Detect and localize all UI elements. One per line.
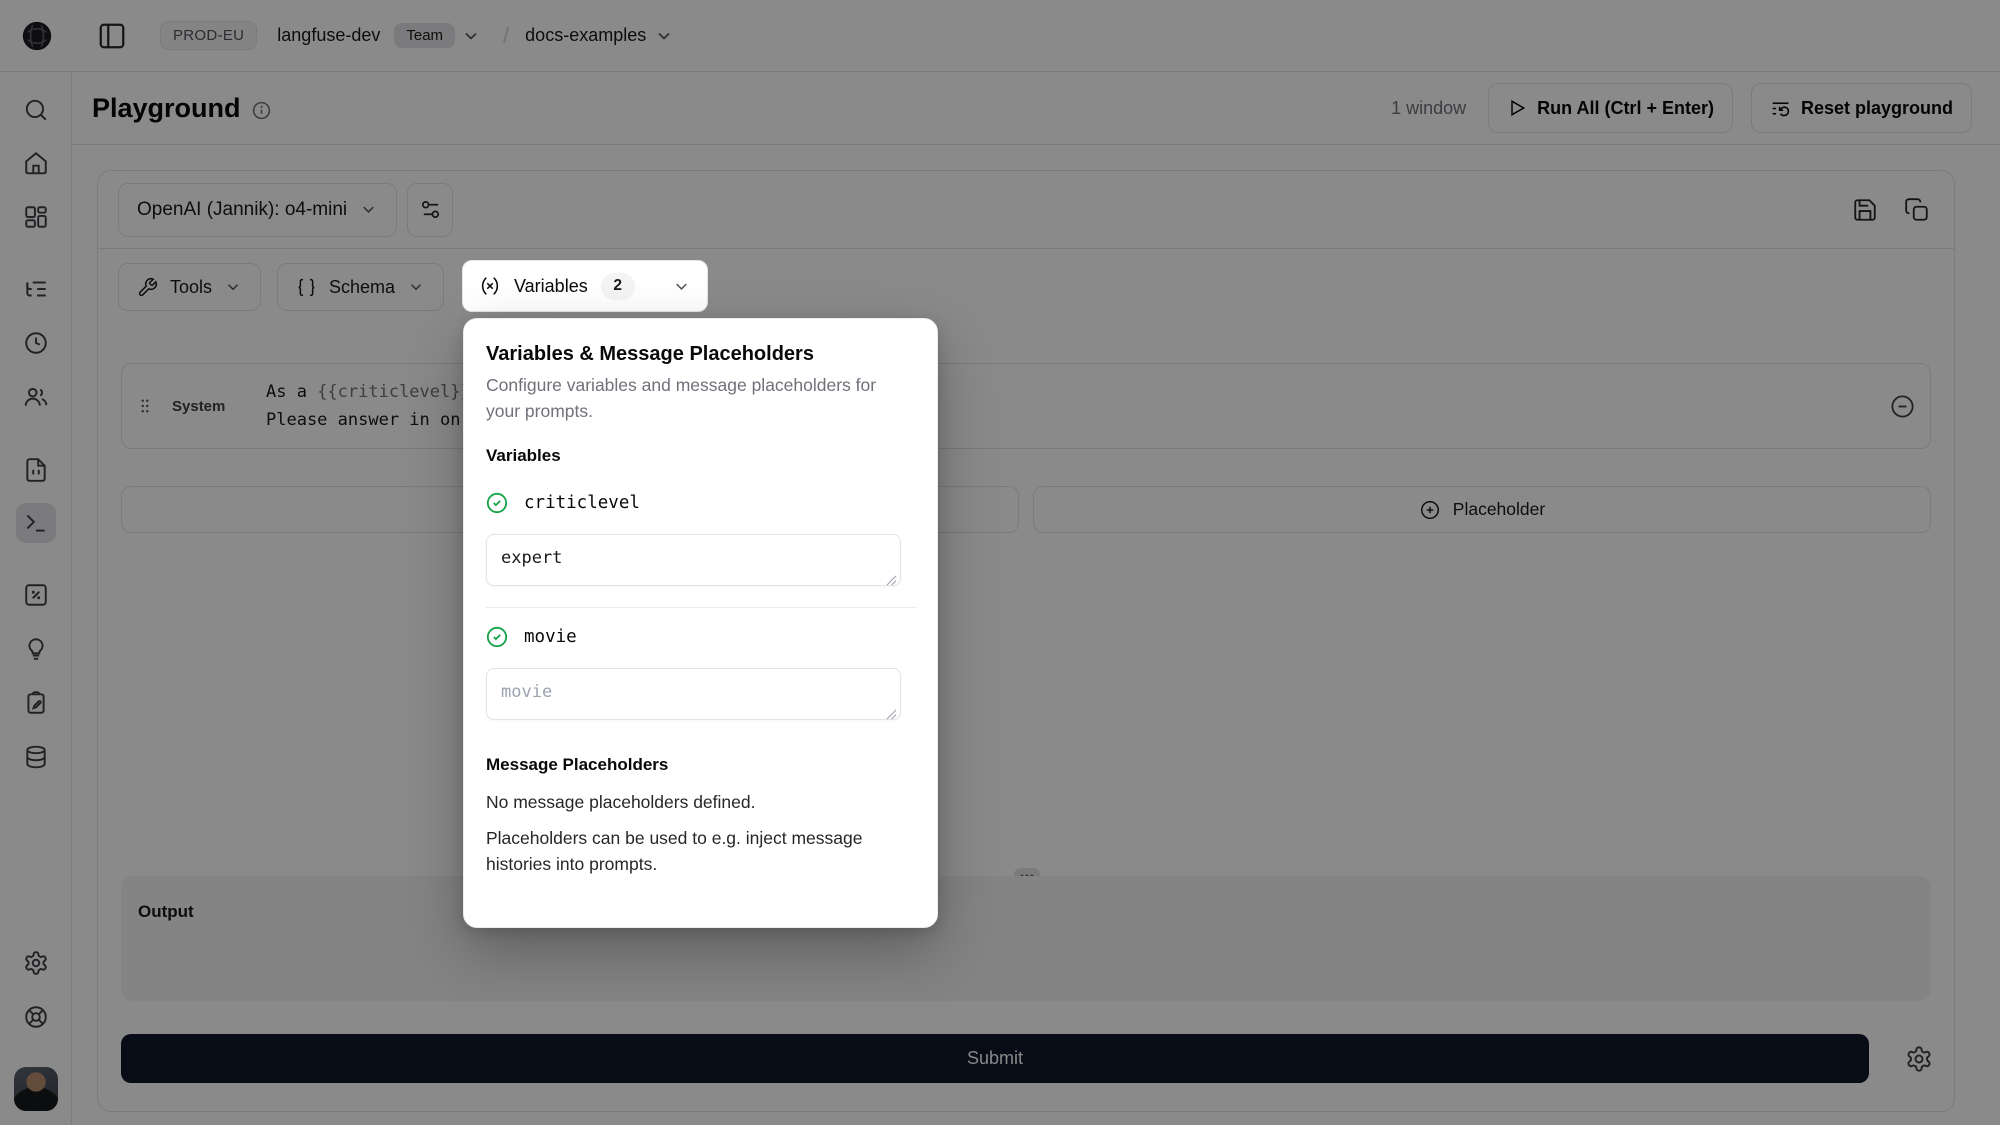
- variables-count-badge: 2: [601, 273, 635, 300]
- variables-dropdown[interactable]: Variables 2: [462, 260, 708, 312]
- variable-name: criticlevel: [524, 493, 640, 513]
- playground-page: PROD-EU langfuse-dev Team / docs-example…: [0, 0, 2000, 1125]
- variable-item: criticlevel: [486, 492, 915, 514]
- divider: [486, 607, 917, 608]
- check-circle-icon: [486, 492, 508, 514]
- variable-name: movie: [524, 627, 577, 647]
- popover-description: Configure variables and message placehol…: [486, 372, 906, 424]
- variable-value-input[interactable]: expert: [486, 534, 901, 586]
- variable-value-input[interactable]: [486, 668, 901, 720]
- modal-backdrop[interactable]: [0, 0, 2000, 1125]
- popover-title: Variables & Message Placeholders: [486, 343, 915, 366]
- variable-item: movie: [486, 626, 915, 648]
- variables-popover: Variables & Message Placeholders Configu…: [463, 318, 938, 928]
- chevron-down-icon: [672, 277, 691, 296]
- variables-heading: Variables: [486, 446, 915, 466]
- check-circle-icon: [486, 626, 508, 648]
- placeholders-heading: Message Placeholders: [486, 755, 915, 775]
- variables-label: Variables: [514, 276, 588, 297]
- placeholders-help-text: Placeholders can be used to e.g. inject …: [486, 825, 906, 877]
- variable-icon: [479, 275, 501, 297]
- placeholders-empty-text: No message placeholders defined.: [486, 789, 915, 815]
